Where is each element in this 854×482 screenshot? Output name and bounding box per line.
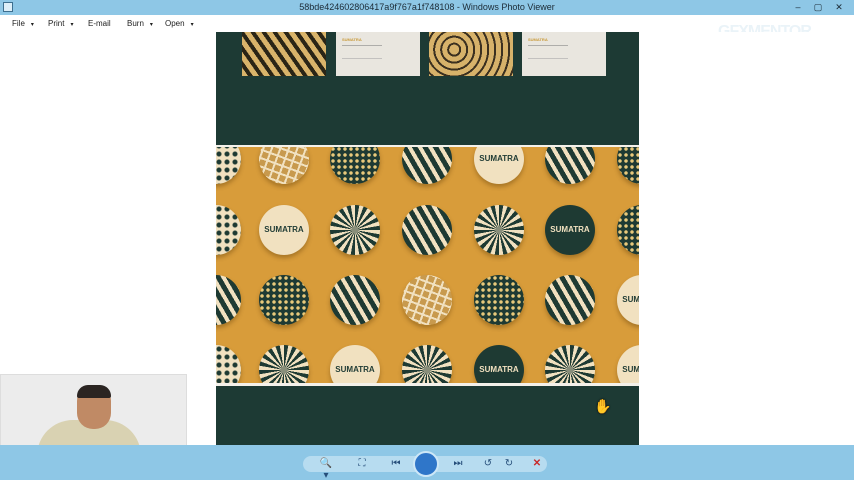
pin-button: [617, 205, 639, 255]
next-button[interactable]: ⏭: [450, 458, 466, 470]
delete-button[interactable]: ✕: [530, 458, 544, 470]
slideshow-button[interactable]: [413, 451, 439, 477]
business-cards-band: SUMATRA SUMATRA: [216, 32, 639, 145]
pin-button-logo: SUMATRA: [474, 345, 524, 383]
pin-button: [474, 205, 524, 255]
zebra-card: [242, 32, 326, 76]
pin-button: [259, 275, 309, 325]
pin-button: [402, 205, 452, 255]
card-brand-text: SUMATRA: [342, 37, 362, 42]
rotate-clockwise-button[interactable]: ↻: [502, 458, 516, 470]
pin-button: [402, 275, 452, 325]
pin-button: [474, 275, 524, 325]
pin-button: [545, 275, 595, 325]
title-bar: 58bde424602806417a9f767a1f748108 - Windo…: [0, 0, 854, 15]
card-text-lines: [528, 45, 568, 59]
pin-button: [216, 345, 241, 383]
pin-button-logo: SUMATRA: [545, 205, 595, 255]
menu-open[interactable]: Open ▾: [165, 19, 194, 30]
pin-button: [330, 147, 380, 184]
menu-print[interactable]: Print ▾: [48, 19, 73, 30]
pin-button-logo: SUMATRA: [330, 345, 380, 383]
pin-button: [402, 345, 452, 383]
pin-button: [216, 147, 241, 184]
pin-button: [259, 345, 309, 383]
pin-button: [402, 147, 452, 184]
dark-green-band: [216, 386, 639, 445]
pin-button-logo: SUMATRA: [259, 205, 309, 255]
brand-card: SUMATRA: [336, 32, 420, 76]
card-text-lines: [342, 45, 382, 59]
chevron-down-icon: ▾: [190, 22, 194, 28]
pin-button: [216, 205, 241, 255]
close-button[interactable]: ✕: [828, 0, 850, 15]
fit-window-button[interactable]: ⛶: [356, 458, 368, 470]
menu-burn[interactable]: Burn ▾: [127, 19, 153, 30]
brand-card: SUMATRA: [522, 32, 606, 76]
pin-button: [330, 205, 380, 255]
zoom-button[interactable]: 🔍▾: [318, 458, 334, 481]
minimize-button[interactable]: –: [788, 0, 808, 15]
pin-button-logo: SUMATRA: [617, 345, 639, 383]
menu-file[interactable]: File ▾: [12, 19, 34, 30]
presenter-hair: [77, 385, 111, 398]
rotate-counterclockwise-button[interactable]: ↺: [481, 458, 495, 470]
pin-button-logo: SUMATRA: [474, 147, 524, 184]
maximize-button[interactable]: ▢: [808, 0, 828, 15]
chevron-down-icon: ▾: [30, 22, 34, 28]
pin-button: [545, 147, 595, 184]
menu-email[interactable]: E-mail: [88, 19, 111, 28]
chevron-down-icon: ▾: [149, 22, 153, 28]
card-brand-text: SUMATRA: [528, 37, 548, 42]
previous-button[interactable]: ⏮: [388, 458, 404, 470]
pin-button: [617, 147, 639, 184]
hand-cursor-icon: ✋: [594, 398, 612, 414]
pin-button: [259, 147, 309, 184]
displayed-image: SUMATRA SUMATRA SUMATRA SUMATRA SUMATRA: [216, 32, 639, 445]
window-title: 58bde424602806417a9f767a1f748108 - Windo…: [299, 2, 555, 12]
pin-button: [216, 275, 241, 325]
pin-button: [330, 275, 380, 325]
pin-button-logo: SUMATRA: [617, 275, 639, 325]
chevron-down-icon: ▾: [70, 22, 74, 28]
pin-button: [545, 345, 595, 383]
giraffe-card: [429, 32, 513, 76]
pin-buttons-panel: SUMATRA SUMATRA SUMATRA SUMATRA SUMATRA …: [216, 147, 639, 383]
